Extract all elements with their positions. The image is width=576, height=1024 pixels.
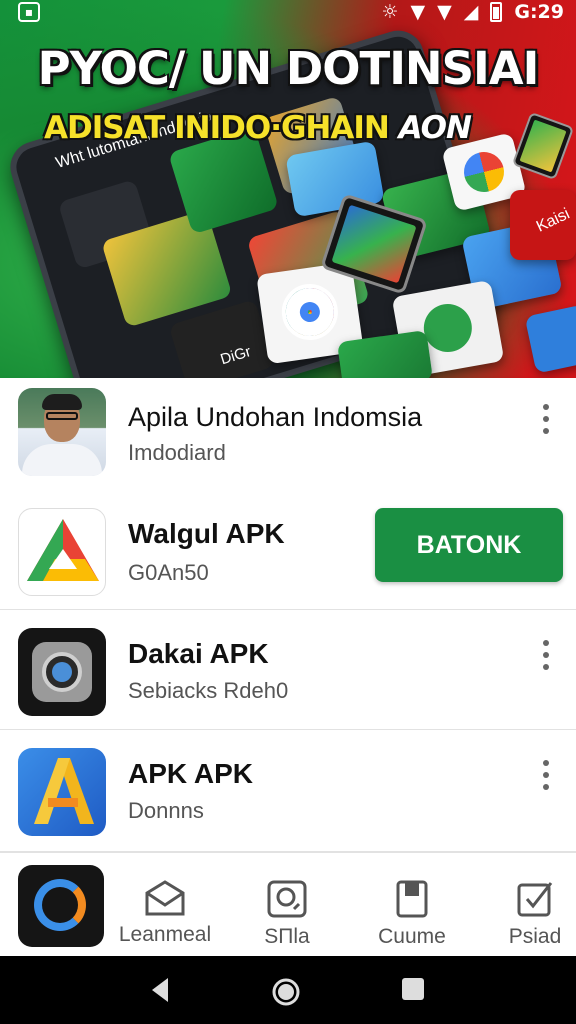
clock: G:29 — [514, 1, 564, 23]
nav-item-cuume[interactable]: Cuume — [357, 879, 467, 949]
nav-label: Leanmeal — [118, 923, 212, 946]
hero-banner[interactable]: ▪ ☼ ▼ ▼ ◢ G:29 Wht lutomtahi Indehsia Di… — [0, 0, 576, 378]
drive-app-icon — [18, 508, 106, 596]
wifi-icon: ▼ — [410, 1, 426, 23]
nav-label: Psiad — [508, 925, 562, 948]
hero-subtitle-tail: AON — [398, 110, 472, 146]
book-icon — [396, 880, 428, 918]
more-options-icon[interactable] — [536, 404, 556, 434]
letter-a-app-icon — [18, 748, 106, 836]
camera-lens-icon — [32, 642, 92, 702]
recents-icon[interactable] — [400, 976, 426, 1002]
app-logo-icon[interactable] — [18, 865, 104, 947]
more-options-icon[interactable] — [536, 760, 556, 790]
camera-app-icon — [18, 628, 106, 716]
item-title: APK APK — [128, 758, 253, 789]
lens-glass — [52, 662, 72, 682]
hero-subtitle-main: ADISAT INIDO·GHAIN — [44, 110, 390, 146]
hero-title: PYOC/ UN DOTINSIAI — [37, 42, 540, 95]
install-button[interactable]: BATONK — [375, 508, 563, 582]
pinwheel-icon — [459, 147, 509, 197]
status-icons: ☼ ▼ ▼ ◢ G:29 — [381, 1, 564, 23]
home-icon[interactable] — [270, 976, 302, 1008]
avatar — [18, 388, 106, 476]
more-options-icon[interactable] — [536, 640, 556, 670]
status-bar: ▪ ☼ ▼ ▼ ◢ G:29 — [0, 0, 576, 26]
signal-icon: ◢ — [463, 1, 479, 23]
back-icon[interactable] — [148, 976, 172, 1004]
tile-caption: DiGr — [218, 343, 253, 369]
system-navigation-bar — [0, 956, 576, 1024]
envelope-icon — [145, 880, 185, 916]
nav-item-leanmeal[interactable]: Leanmeal — [110, 879, 220, 947]
letter-a-icon — [34, 758, 94, 824]
avatar-hair — [42, 394, 82, 410]
hero-subtitle: ADISAT INIDO·GHAIN AON — [44, 110, 544, 146]
glasses-icon — [46, 412, 78, 420]
list-item[interactable]: APK APK Donnns — [0, 730, 576, 852]
chrome-logo-icon — [278, 280, 342, 344]
featured-list-item[interactable]: Apila Undohan Indomsia Imdodiard — [0, 378, 576, 492]
item-subtitle: Donnns — [128, 798, 204, 823]
phone-screen — [331, 204, 417, 284]
nav-item-psiad[interactable]: Psiad — [480, 879, 576, 949]
item-subtitle: G0An50 — [128, 560, 209, 585]
nav-label: Cuume — [378, 925, 446, 948]
nav-item-search[interactable]: SПla — [232, 879, 342, 949]
blue-card-icon — [524, 304, 576, 374]
item-subtitle: Sebiacks Rdeh0 — [128, 678, 289, 703]
logo-ring — [34, 879, 86, 931]
bottom-navigation: Leanmeal SПla Cuume Psiad — [0, 852, 576, 956]
search-icon — [267, 880, 307, 918]
drive-triangle-icon — [27, 519, 99, 581]
list-item[interactable]: Dakai APK Sebiacks Rdeh0 — [0, 610, 576, 730]
avatar-shirt — [22, 444, 102, 476]
flame-tile-icon: DiGr — [168, 299, 276, 378]
checkbox-icon — [517, 882, 553, 917]
featured-subtitle: Imdodiard — [128, 440, 226, 465]
item-title: Walgul APK — [128, 518, 285, 549]
wifi-icon-2: ▼ — [437, 1, 452, 23]
nav-label: SПla — [264, 925, 310, 948]
bug-icon: ☼ — [381, 1, 399, 23]
item-title: Dakai APK — [128, 638, 269, 669]
battery-icon — [490, 2, 503, 22]
notification-icon: ▪ — [18, 2, 40, 22]
featured-title: Apila Undohan Indomsia — [128, 402, 423, 432]
